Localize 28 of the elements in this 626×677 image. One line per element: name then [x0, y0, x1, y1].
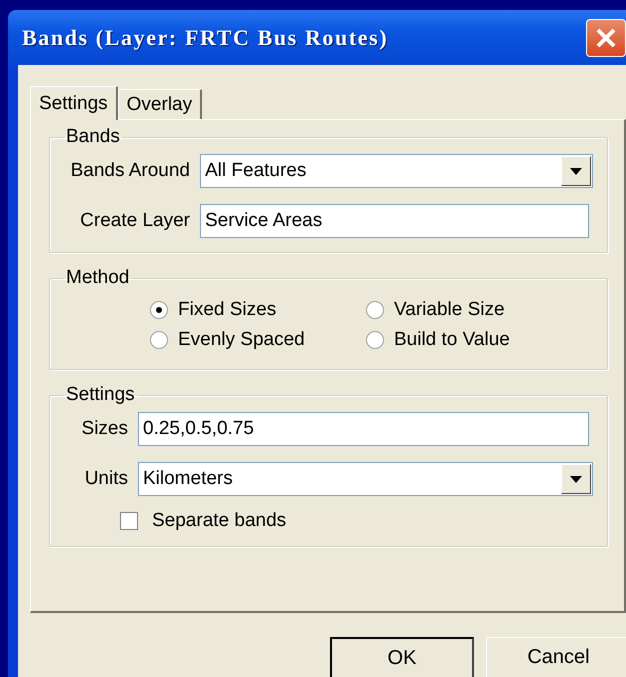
window-title: Bands (Layer: FRTC Bus Routes) [22, 24, 388, 50]
field-label: Bands Around [70, 160, 190, 182]
close-button[interactable] [586, 18, 626, 56]
tab[interactable]: Overlay [118, 89, 202, 119]
field-label: Units [84, 468, 128, 490]
input-field[interactable]: Service Areas [200, 204, 589, 238]
cancel-button[interactable]: Cancel [486, 637, 626, 677]
field-label: Create Layer [79, 210, 190, 232]
dropdown[interactable]: All Features [200, 154, 593, 188]
radio-button[interactable] [150, 301, 168, 319]
group-title: Method [65, 267, 130, 289]
radio-label: Evenly Spaced [178, 329, 305, 351]
group-title: Settings [65, 384, 136, 406]
input-field[interactable]: 0.25,0.5,0.75 [138, 412, 589, 446]
tab[interactable]: Settings [30, 86, 118, 120]
radio-label: Build to Value [394, 329, 510, 351]
dropdown[interactable]: Kilometers [138, 462, 593, 496]
radio-button[interactable] [366, 301, 384, 319]
radio-button[interactable] [366, 331, 384, 349]
checkbox[interactable] [120, 512, 138, 530]
field-label: Sizes [80, 418, 128, 440]
group-title: Bands [65, 126, 121, 148]
close-icon[interactable] [595, 26, 617, 48]
checkbox-label: Separate bands [152, 510, 286, 532]
radio-label: Variable Size [394, 299, 505, 321]
radio-label: Fixed Sizes [178, 299, 276, 321]
ok-button[interactable]: OK [330, 637, 474, 677]
radio-button[interactable] [150, 331, 168, 349]
